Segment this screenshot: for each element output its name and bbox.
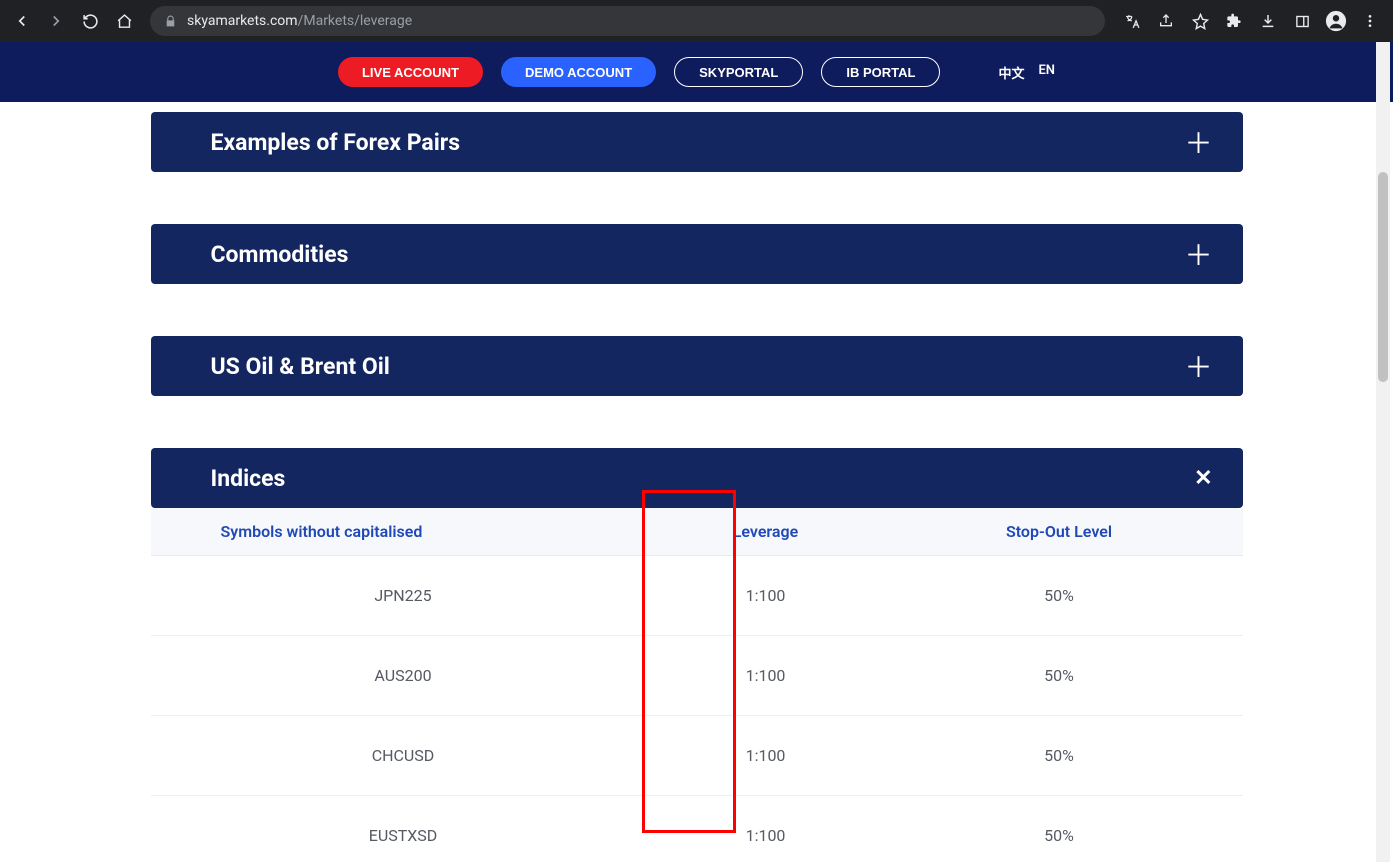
download-icon[interactable] — [1253, 6, 1283, 36]
ib-portal-button[interactable]: IB PORTAL — [821, 57, 940, 87]
home-button[interactable] — [110, 7, 138, 35]
header-symbol: Symbols without capitalised — [151, 522, 656, 541]
live-account-button[interactable]: LIVE ACCOUNT — [338, 57, 483, 87]
plus-icon: ＋ — [1184, 122, 1212, 162]
close-icon: ✕ — [1194, 466, 1212, 491]
cell-stopout: 50% — [876, 586, 1243, 605]
forward-button[interactable] — [42, 7, 70, 35]
reload-button[interactable] — [76, 7, 104, 35]
lang-cn[interactable]: 中文 — [998, 63, 1024, 82]
cell-leverage: 1:100 — [656, 746, 876, 765]
cell-leverage: 1:100 — [656, 826, 876, 845]
cell-leverage: 1:100 — [656, 586, 876, 605]
plus-icon: ＋ — [1184, 346, 1212, 386]
browser-toolbar: skyamarkets.com/Markets/leverage — [0, 0, 1393, 42]
accordion-oil[interactable]: US Oil & Brent Oil ＋ — [151, 336, 1243, 396]
url-text: skyamarkets.com/Markets/leverage — [187, 13, 412, 29]
back-button[interactable] — [8, 7, 36, 35]
cell-symbol: JPN225 — [151, 586, 656, 605]
panel-icon[interactable] — [1287, 6, 1317, 36]
table-row: AUS2001:10050% — [151, 636, 1243, 716]
accordion-forex[interactable]: Examples of Forex Pairs ＋ — [151, 112, 1243, 172]
scrollbar[interactable] — [1376, 42, 1390, 862]
table-row: CHCUSD1:10050% — [151, 716, 1243, 796]
menu-icon[interactable] — [1355, 6, 1385, 36]
cell-symbol: EUSTXSD — [151, 826, 656, 845]
plus-icon: ＋ — [1184, 234, 1212, 274]
cell-stopout: 50% — [876, 746, 1243, 765]
accordion-title: US Oil & Brent Oil — [211, 353, 390, 380]
accordion-title: Indices — [211, 465, 286, 492]
table-row: JPN2251:10050% — [151, 556, 1243, 636]
table-header: Symbols without capitalised Leverage Sto… — [151, 508, 1243, 556]
accordion-title: Commodities — [211, 241, 349, 268]
accordion-title: Examples of Forex Pairs — [211, 129, 461, 156]
cell-stopout: 50% — [876, 666, 1243, 685]
site-header: LIVE ACCOUNT DEMO ACCOUNT SKYPORTAL IB P… — [0, 42, 1393, 102]
language-switch: 中文 EN — [998, 63, 1055, 82]
header-leverage: Leverage — [656, 522, 876, 541]
extensions-icon[interactable] — [1219, 6, 1249, 36]
cell-symbol: AUS200 — [151, 666, 656, 685]
demo-account-button[interactable]: DEMO ACCOUNT — [501, 57, 656, 87]
cell-symbol: CHCUSD — [151, 746, 656, 765]
translate-icon[interactable] — [1117, 6, 1147, 36]
address-bar[interactable]: skyamarkets.com/Markets/leverage — [150, 6, 1105, 36]
cell-leverage: 1:100 — [656, 666, 876, 685]
scrollbar-thumb[interactable] — [1378, 172, 1388, 382]
accordion-commodities[interactable]: Commodities ＋ — [151, 224, 1243, 284]
lang-en[interactable]: EN — [1038, 63, 1055, 82]
share-icon[interactable] — [1151, 6, 1181, 36]
accordion-indices[interactable]: Indices ✕ — [151, 448, 1243, 508]
table-row: EUSTXSD1:10050% — [151, 796, 1243, 862]
header-stopout: Stop-Out Level — [876, 522, 1243, 541]
lock-icon — [164, 15, 177, 28]
profile-icon[interactable] — [1321, 6, 1351, 36]
skyportal-button[interactable]: SKYPORTAL — [674, 57, 803, 87]
cell-stopout: 50% — [876, 826, 1243, 845]
star-icon[interactable] — [1185, 6, 1215, 36]
